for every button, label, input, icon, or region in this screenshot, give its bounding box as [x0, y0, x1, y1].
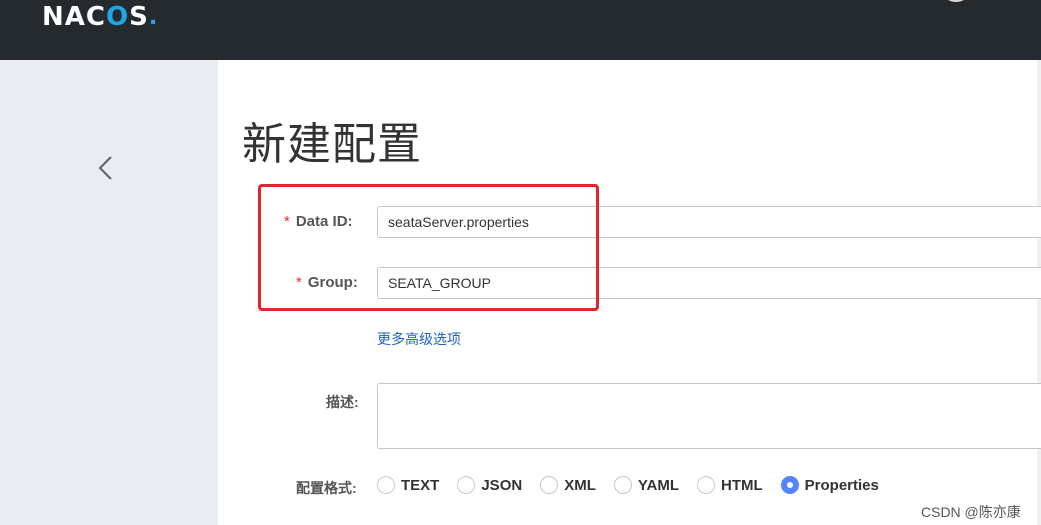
data-id-label-text: Data ID:: [295, 213, 353, 230]
format-option-yaml[interactable]: YAML: [613, 476, 679, 494]
format-option-xml[interactable]: XML: [540, 476, 596, 494]
data-id-label: * Data ID:: [284, 213, 353, 230]
avatar[interactable]: [945, 0, 967, 2]
group-input[interactable]: SEATA_GROUP: [377, 267, 1041, 299]
logo-text-suffix: S: [129, 2, 149, 32]
radio-circle[interactable]: [613, 476, 632, 494]
top-navbar: NAC O S.: [0, 0, 1041, 60]
logo-text-prefix: NAC: [42, 2, 106, 32]
description-textarea[interactable]: [377, 383, 1041, 449]
page-title: 新建配置: [242, 119, 422, 170]
radio-label: Properties: [804, 476, 879, 494]
required-mark: *: [296, 274, 302, 291]
radio-label: JSON: [481, 476, 523, 494]
format-radio-group: TEXT JSON XML YAML HTML Properties: [377, 474, 897, 496]
radio-label: YAML: [637, 476, 679, 494]
radio-label: TEXT: [401, 476, 440, 494]
nacos-logo[interactable]: NAC O S.: [42, 2, 158, 32]
logo-text-o: O: [105, 2, 130, 32]
sidebar: [0, 60, 218, 525]
chevron-left-icon: [98, 156, 112, 180]
radio-circle-selected[interactable]: [780, 476, 799, 494]
data-id-input[interactable]: seataServer.properties: [377, 206, 1041, 238]
watermark: CSDN @陈亦康: [921, 504, 1021, 520]
radio-circle[interactable]: [457, 476, 476, 494]
radio-label: HTML: [721, 476, 763, 494]
radio-circle[interactable]: [377, 476, 395, 494]
format-label: 配置格式:: [296, 480, 357, 496]
group-label: * Group:: [296, 274, 358, 291]
group-label-text: Group:: [307, 274, 358, 291]
advanced-options-link[interactable]: 更多高级选项: [377, 329, 461, 349]
radio-circle[interactable]: [697, 476, 715, 494]
format-option-text[interactable]: TEXT: [377, 476, 439, 494]
radio-label: XML: [564, 476, 596, 494]
radio-circle[interactable]: [540, 476, 559, 494]
required-mark: *: [284, 213, 290, 230]
format-option-json[interactable]: JSON: [457, 476, 522, 494]
back-button[interactable]: [94, 154, 118, 182]
format-option-properties[interactable]: Properties: [780, 476, 879, 494]
format-option-html[interactable]: HTML: [697, 476, 763, 494]
description-label: 描述:: [326, 394, 359, 410]
logo-dot: .: [148, 4, 159, 30]
